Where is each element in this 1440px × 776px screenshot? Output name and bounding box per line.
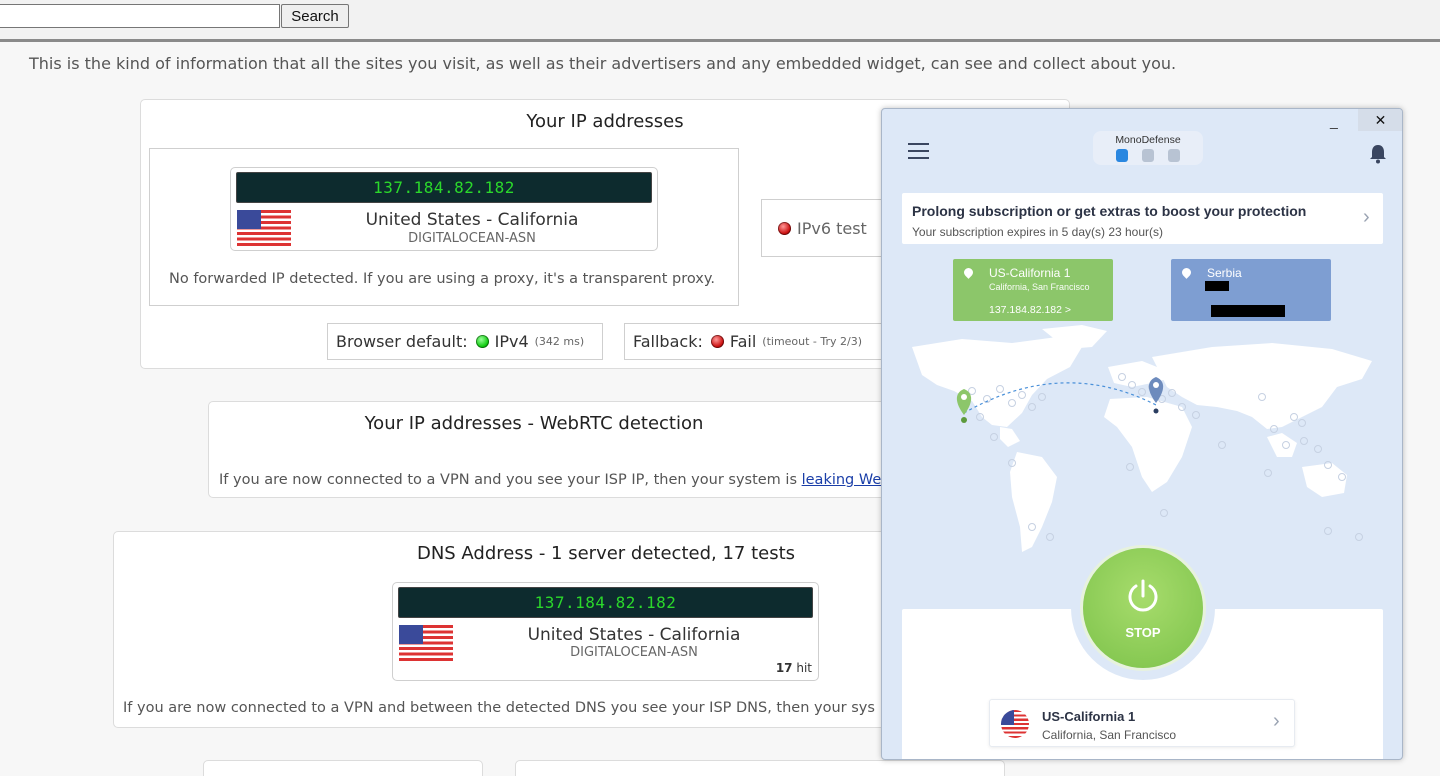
source-sub: California, San Francisco <box>989 282 1090 292</box>
vpn-shield-icon[interactable] <box>1116 149 1128 162</box>
search-button[interactable]: Search <box>281 4 349 28</box>
dns-note: If you are now connected to a VPN and be… <box>123 700 875 716</box>
redacted-text <box>1205 281 1229 291</box>
ipv6-test: IPv6 test <box>761 199 901 257</box>
chevron-right-icon: › <box>1363 206 1370 228</box>
bottom-panel-left <box>203 760 483 776</box>
ip-card: 137.184.82.182 United States - Californi… <box>230 167 658 251</box>
browser-default-status: Browser default: IPv4 (342 ms) <box>327 323 603 360</box>
redacted-text <box>1211 305 1285 317</box>
fallback-status: Fallback: Fail (timeout - Try 2/3) <box>624 323 884 360</box>
dns-hit-count: 17 hit <box>775 661 812 675</box>
origin-pin-icon <box>956 389 972 423</box>
intro-text: This is the kind of information that all… <box>29 54 1177 73</box>
minimize-button[interactable]: _ <box>1330 113 1338 129</box>
stop-button[interactable]: STOP <box>1083 548 1203 668</box>
forwarded-ip-note: No forwarded IP detected. If you are usi… <box>169 271 715 287</box>
webrtc-note: If you are now connected to a VPN and yo… <box>219 472 882 488</box>
search-input[interactable] <box>0 4 280 28</box>
brand-name: MonoDefense <box>1115 134 1181 146</box>
server-sub: California, San Francisco <box>1042 728 1177 742</box>
dns-asn: DIGITALOCEAN-ASN <box>570 645 698 660</box>
banner-title: Prolong subscription or get extras to bo… <box>912 203 1307 219</box>
product-icon[interactable] <box>1168 149 1180 162</box>
server-selector[interactable]: US-California 1 California, San Francisc… <box>989 699 1295 747</box>
us-flag-icon <box>399 625 453 661</box>
leaking-webrtc-link[interactable]: leaking We <box>802 472 882 488</box>
close-button[interactable]: ✕ <box>1358 109 1402 131</box>
ip-display: 137.184.82.182 <box>236 172 652 203</box>
location-pin-icon <box>1180 266 1193 279</box>
ip-box: 137.184.82.182 United States - Californi… <box>149 148 739 306</box>
dns-panel: DNS Address - 1 server detected, 17 test… <box>113 531 933 728</box>
bottom-panel-right <box>515 760 1005 776</box>
dns-card: 137.184.82.182 United States - Californi… <box>392 582 819 681</box>
banner-subtitle: Your subscription expires in 5 day(s) 23… <box>912 225 1164 239</box>
vpn-app-window: _ ✕ MonoDefense Prolong subscription or … <box>881 108 1403 760</box>
ip-location: United States - California <box>365 210 579 230</box>
destination-name: Serbia <box>1207 266 1242 280</box>
top-search-bar: Search <box>0 0 1440 42</box>
fail-status-icon <box>778 221 791 235</box>
source-name: US-California 1 <box>989 266 1071 280</box>
ip-asn: DIGITALOCEAN-ASN <box>408 231 536 246</box>
source-location-card[interactable]: US-California 1 California, San Francisc… <box>953 259 1113 321</box>
dns-location: United States - California <box>527 625 741 645</box>
us-flag-icon <box>1001 710 1029 738</box>
stop-label: STOP <box>1125 625 1161 640</box>
subscription-banner[interactable]: Prolong subscription or get extras to bo… <box>902 193 1383 244</box>
hamburger-icon[interactable] <box>908 143 929 164</box>
destination-location-card[interactable]: Serbia <box>1171 259 1331 321</box>
bell-icon[interactable] <box>1369 144 1387 164</box>
brand-switcher[interactable]: MonoDefense <box>1093 131 1203 165</box>
chevron-right-icon: › <box>1273 710 1280 732</box>
webrtc-panel: Your IP addresses - WebRTC detection If … <box>208 401 928 498</box>
success-status-icon <box>475 335 489 348</box>
source-ip: 137.184.82.182 > <box>989 304 1072 316</box>
product-icon[interactable] <box>1142 149 1154 162</box>
panel-title: Your IP addresses - WebRTC detection <box>364 413 704 434</box>
server-name: US-California 1 <box>1042 709 1136 724</box>
dns-ip-display: 137.184.82.182 <box>398 587 813 618</box>
us-flag-icon <box>237 210 291 246</box>
power-icon <box>1128 579 1158 612</box>
location-pin-icon <box>962 266 975 279</box>
fail-status-icon <box>710 335 724 348</box>
